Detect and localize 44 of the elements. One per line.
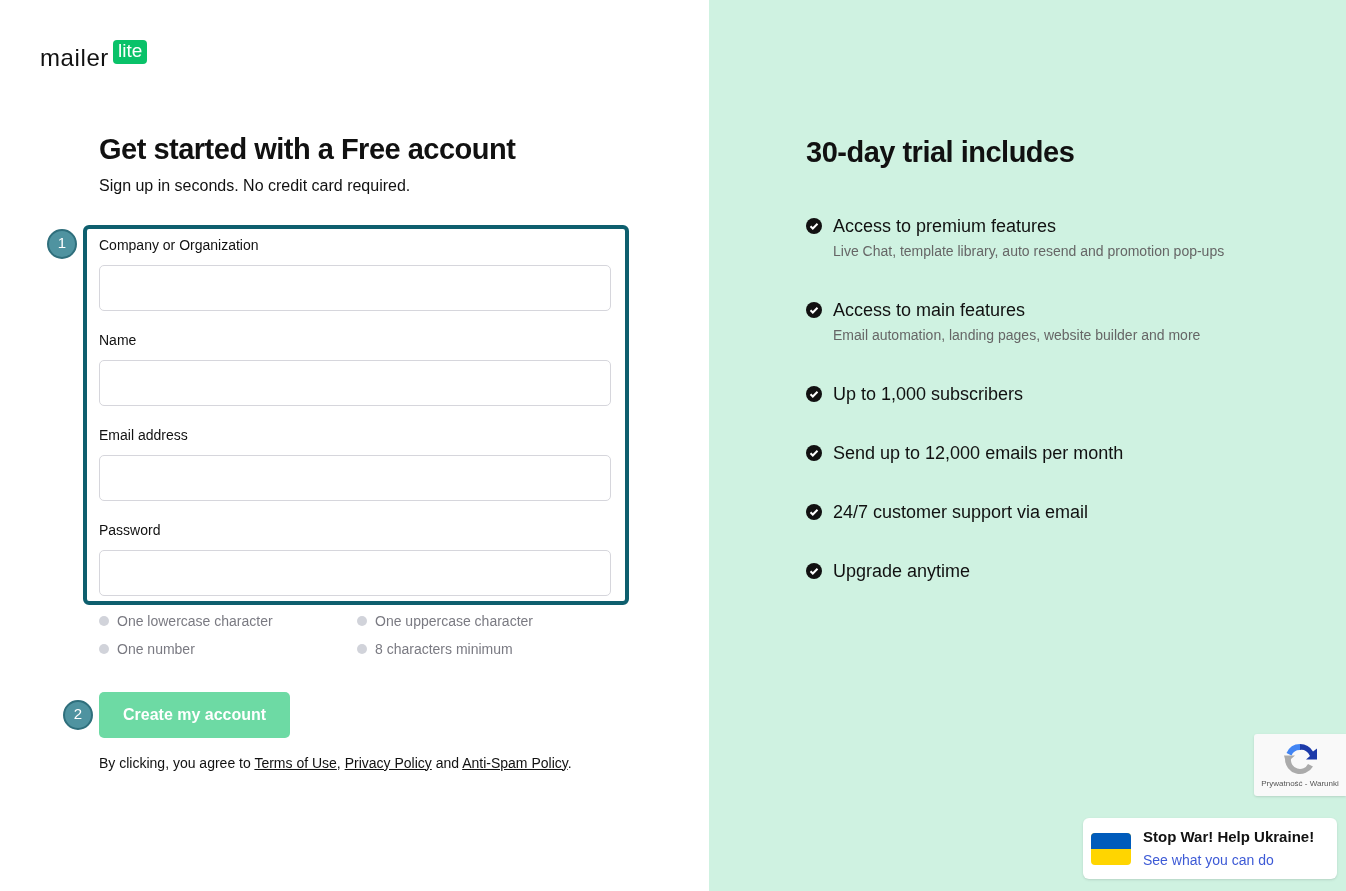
step-marker: 1 (47, 228, 77, 259)
check-circle-icon (806, 217, 822, 234)
policy-link[interactable]: Privacy Policy (344, 754, 432, 771)
page-subtitle: Sign up in seconds. No credit card required. (99, 175, 412, 196)
password-rule: One uppercase character (375, 611, 533, 631)
feature-title: Upgrade anytime (833, 559, 971, 582)
input-field[interactable] (99, 264, 611, 311)
feature-title: Access to main features (833, 298, 1027, 321)
logo-badge: lite (112, 40, 148, 64)
password-rule: 8 characters minimum (375, 639, 513, 659)
policy-link[interactable]: Terms of Use (254, 754, 337, 771)
input-field[interactable] (99, 549, 611, 596)
step-marker: 2 (63, 699, 93, 730)
feature-title: Up to 1,000 subscribers (833, 382, 1024, 405)
page-title: Get started with a Free account (99, 132, 517, 167)
flag-icon (1091, 832, 1131, 865)
field-label: Email address (99, 425, 189, 444)
field-label: Password (99, 520, 162, 539)
feature-title: 24/7 customer support via email (833, 500, 1089, 523)
check-circle-icon (806, 385, 822, 402)
banner-link[interactable]: See what you can do (1143, 850, 1315, 872)
ukraine-banner[interactable]: Stop War! Help Ukraine! See what you can do (1083, 818, 1337, 879)
policy-link[interactable]: Anti-Spam Policy (462, 754, 568, 771)
banner-title: Stop War! Help Ukraine! (1143, 826, 1315, 847)
recaptcha-links[interactable]: Prywatność - Warunki (1261, 778, 1339, 790)
check-circle-icon (806, 503, 822, 520)
logo-word: mailer (40, 46, 109, 70)
check-circle-icon (806, 562, 822, 579)
password-rule: One number (117, 639, 195, 659)
check-circle-icon (806, 444, 822, 461)
logo[interactable]: mailer lite (40, 40, 148, 70)
field-label: Name (99, 330, 138, 349)
field-label: Company or Organization (99, 235, 260, 254)
password-rule: One lowercase character (117, 611, 273, 631)
input-field[interactable] (99, 454, 611, 501)
trial-title: 30-day trial includes (806, 135, 1076, 170)
feature-detail: Email automation, landing pages, website builder and more (833, 325, 1201, 345)
agreement-text: By clicking, you agree to Terms of Use, Privacy Policy and Anti-Spam Policy. (99, 753, 573, 773)
feature-title: Access to premium features (833, 214, 1058, 237)
feature-title: Send up to 12,000 emails per month (833, 441, 1124, 464)
input-field[interactable] (99, 359, 611, 406)
feature-detail: Live Chat, template library, auto resend and promotion pop-ups (833, 241, 1225, 261)
check-circle-icon (806, 301, 822, 318)
recaptcha-badge[interactable]: Prywatność - Warunki (1254, 734, 1346, 796)
